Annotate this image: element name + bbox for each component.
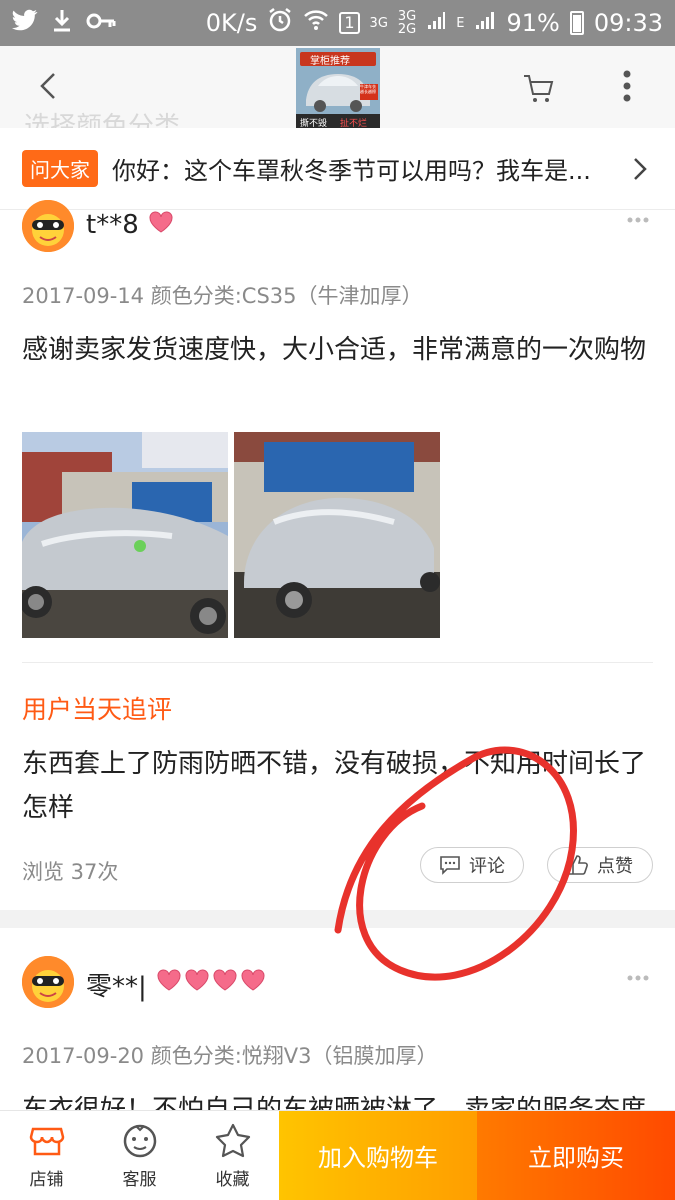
avatar[interactable] [22,956,74,1008]
alarm-icon [267,7,293,39]
top-nav-bar: 选择颜色分类 掌柜推荐 牛津车衣 越长越擦 撕不毁 扯不烂 [0,46,675,142]
comment-icon [440,856,460,875]
view-count: 浏览 37次 [22,860,119,884]
wifi-icon [303,9,329,37]
heart-icon [149,211,173,233]
key-icon [86,9,116,37]
tab-shop[interactable]: 店铺 [0,1111,93,1200]
review-meta: 2017-09-14 颜色分类:CS35（牛津加厚） [22,284,423,308]
rating-hearts [156,968,266,992]
thumb-bottom-left: 撕不毁 [300,119,328,128]
status-bar: 0K/s 1 3G 3G 2G E 91% 09:33 [0,0,675,46]
heart-icon [157,969,181,991]
review-meta: 2017-09-20 颜色分类:悦翔V3（铝膜加厚） [22,1044,438,1068]
sim-badge: 1 [339,12,360,34]
product-thumbnail[interactable]: 掌柜推荐 牛津车衣 越长越擦 撕不毁 扯不烂 [296,48,380,128]
ask-question: 你好：这个车罩秋冬季节可以用吗？我车是... [112,157,591,185]
review-photo[interactable] [234,432,440,638]
shop-icon [29,1127,64,1156]
clock: 09:33 [593,9,663,37]
network-speed: 0K/s [205,9,258,37]
battery-percent: 91% [506,9,560,37]
add-to-cart-button[interactable]: 加入购物车 [279,1111,477,1200]
tab-service[interactable]: 客服 [93,1111,186,1200]
like-button[interactable]: 点赞 [547,847,653,883]
more-options-icon[interactable] [626,974,650,982]
signal-icon-2 [474,9,496,37]
edge-label: E [456,15,465,31]
download-icon [52,8,72,38]
ask-badge: 问大家 [22,150,98,187]
divider [22,662,653,663]
review-content: 车衣很好！不怕自己的车被晒被淋了，卖家的服务态度 [22,1095,647,1110]
tab-shop-label: 店铺 [29,1170,64,1190]
more-icon[interactable] [612,66,642,106]
more-options-icon[interactable] [626,216,650,224]
thumb-side-label: 牛津车衣 越长越擦 [360,84,376,94]
tab-favorite[interactable]: 收藏 [186,1111,279,1200]
review-card: 零**| 2017-09-20 颜色分类:悦翔V3（铝膜加厚） 车衣很好！不怕自… [0,928,675,1110]
battery-icon [569,11,584,35]
username: 零**| [86,972,147,1002]
heart-icon [213,969,237,991]
cart-icon[interactable] [518,68,558,108]
thumb-top-label: 掌柜推荐 [310,56,350,67]
customer-service-icon [123,1124,156,1158]
net-type-1: 3G [369,15,388,31]
review-photo[interactable] [22,432,228,638]
buy-now-button[interactable]: 立即购买 [477,1111,675,1200]
chevron-right-icon [627,154,653,184]
net-type-2b: 2G [397,22,417,37]
signal-icon-1 [426,9,446,37]
back-icon[interactable] [30,68,66,104]
followup-title: 用户当天追评 [22,695,173,724]
comment-label: 评论 [469,856,505,877]
review-content: 感谢卖家发货速度快，大小合适，非常满意的一次购物 [22,335,647,365]
tab-favorite-label: 收藏 [215,1170,250,1190]
heart-icon [241,969,265,991]
bottom-action-bar: 店铺 客服 收藏 加入购物车 立即购买 [0,1110,675,1200]
tab-service-label: 客服 [122,1170,157,1190]
net-type-dual: 3G 2G [398,10,416,36]
thumbs-up-icon [568,855,588,875]
ask-everyone-bar[interactable]: 问大家 你好：这个车罩秋冬季节可以用吗？我车是... [0,128,675,210]
review-card: t**8 2017-09-14 颜色分类:CS35（牛津加厚） 感谢卖家发货速度… [0,200,675,910]
avatar[interactable] [22,200,74,252]
username: t**8 [86,210,139,240]
heart-icon [185,969,209,991]
like-label: 点赞 [597,856,633,877]
followup-content: 东西套上了防雨防晒不错，没有破损，不知用时间长了怎样 [22,749,647,823]
section-gap [0,910,675,928]
twitter-icon [12,9,38,37]
thumb-bottom-right: 扯不烂 [340,119,368,128]
comment-button[interactable]: 评论 [420,847,524,883]
star-icon [215,1123,250,1158]
rating-hearts [148,210,174,234]
